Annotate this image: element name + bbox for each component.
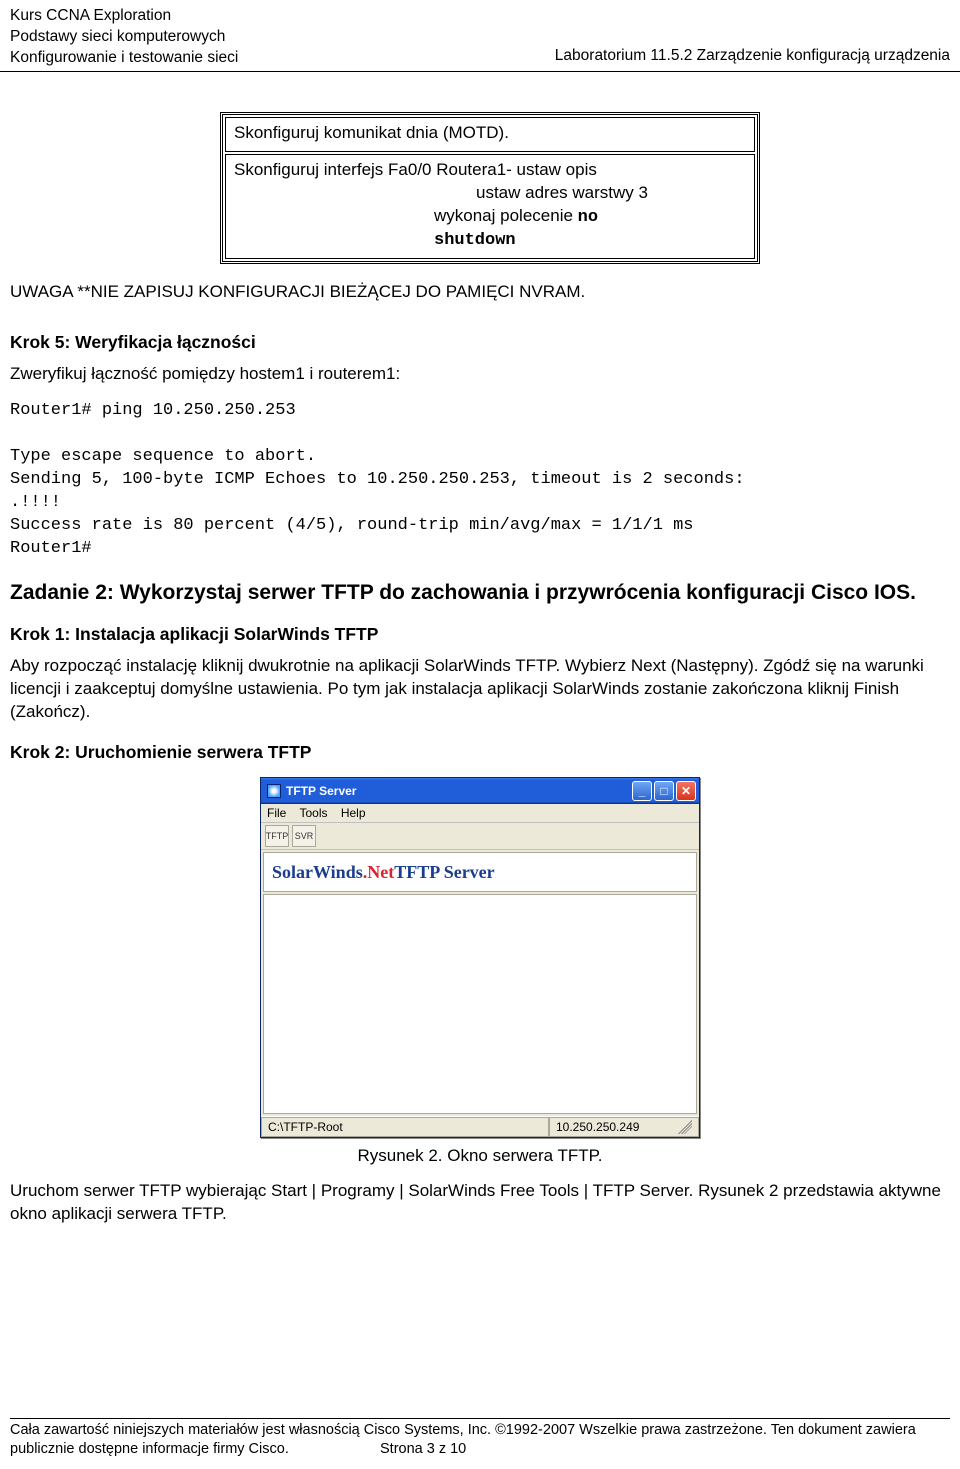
config-row2-l4-cmd: shutdown [234, 230, 746, 253]
footer-line [10, 1418, 950, 1419]
footer-line1: Cała zawartość niniejszych materiałów je… [10, 1421, 950, 1440]
toolbar: TFTP SVR [261, 823, 699, 850]
status-ip: 10.250.250.249 [549, 1117, 699, 1137]
ping-output: Router1# ping 10.250.250.253 Type escape… [10, 400, 950, 561]
tftp-server-window: TFTP Server _ □ ✕ File Tools Help TFTP S… [260, 777, 700, 1138]
footer-line2-right: Strona 3 z 10 [380, 1440, 466, 1459]
banner-pre: SolarWinds [272, 862, 363, 883]
header-left: Kurs CCNA Exploration Podstawy sieci kom… [10, 6, 238, 69]
statusbar: C:\TFTP-Root 10.250.250.249 [261, 1116, 699, 1137]
config-row2-l2: ustaw adres warstwy 3 [234, 182, 746, 205]
header-right: Laboratorium 11.5.2 Zarządzenie konfigur… [555, 46, 950, 69]
toolbar-tftp-button[interactable]: TFTP [265, 825, 289, 847]
menu-help[interactable]: Help [341, 806, 366, 820]
config-row2: Skonfiguruj interfejs Fa0/0 Routera1- us… [225, 154, 755, 260]
config-row2-l1: Skonfiguruj interfejs Fa0/0 Routera1- us… [234, 160, 597, 179]
config-box: Skonfiguruj komunikat dnia (MOTD). Skonf… [220, 112, 760, 265]
banner-post: TFTP Server [394, 862, 494, 883]
banner: SolarWinds.Net TFTP Server [263, 852, 697, 892]
window-title: TFTP Server [286, 784, 356, 798]
toolbar-svr-button[interactable]: SVR [292, 825, 316, 847]
menubar: File Tools Help [261, 804, 699, 823]
config-row2-l3-wrap: wykonaj polecenie no [234, 205, 746, 230]
status-ip-text: 10.250.250.249 [556, 1120, 639, 1134]
resize-grip-icon[interactable] [678, 1120, 692, 1134]
maximize-button[interactable]: □ [654, 781, 674, 801]
header-line2: Podstawy sieci komputerowych [10, 27, 238, 48]
log-area[interactable] [263, 894, 697, 1114]
task2-title: Zadanie 2: Wykorzystaj serwer TFTP do za… [10, 579, 950, 606]
titlebar[interactable]: TFTP Server _ □ ✕ [261, 778, 699, 804]
banner-dotnet: .Net [363, 862, 394, 883]
header-line1: Kurs CCNA Exploration [10, 6, 238, 27]
krok1-title: Krok 1: Instalacja aplikacji SolarWinds … [10, 624, 950, 645]
config-row2-l3-pre: wykonaj polecenie [434, 206, 578, 225]
app-icon [267, 784, 281, 798]
minimize-button[interactable]: _ [632, 781, 652, 801]
nvram-warning: UWAGA **NIE ZAPISUJ KONFIGURACJI BIEŻĄCE… [10, 282, 950, 302]
config-row2-l3-cmd: no [578, 208, 598, 227]
page-header: Kurs CCNA Exploration Podstawy sieci kom… [0, 6, 960, 69]
krok1-para: Aby rozpocząć instalację kliknij dwukrot… [10, 655, 950, 724]
close-button[interactable]: ✕ [676, 781, 696, 801]
step5-para: Zweryfikuj łączność pomiędzy hostem1 i r… [10, 363, 950, 386]
page-footer: Cała zawartość niniejszych materiałów je… [0, 1418, 960, 1459]
header-line3: Konfigurowanie i testowanie sieci [10, 48, 238, 69]
menu-file[interactable]: File [267, 806, 286, 820]
step5-title: Krok 5: Weryfikacja łączności [10, 332, 950, 353]
closing-para: Uruchom serwer TFTP wybierając Start | P… [10, 1180, 950, 1226]
status-root-path: C:\TFTP-Root [261, 1117, 549, 1137]
menu-tools[interactable]: Tools [299, 806, 327, 820]
config-row1: Skonfiguruj komunikat dnia (MOTD). [225, 117, 755, 152]
krok2-title: Krok 2: Uruchomienie serwera TFTP [10, 742, 950, 763]
footer-line2-left: publicznie dostępne informacje firmy Cis… [10, 1440, 380, 1459]
figure-caption: Rysunek 2. Okno serwera TFTP. [10, 1146, 950, 1166]
